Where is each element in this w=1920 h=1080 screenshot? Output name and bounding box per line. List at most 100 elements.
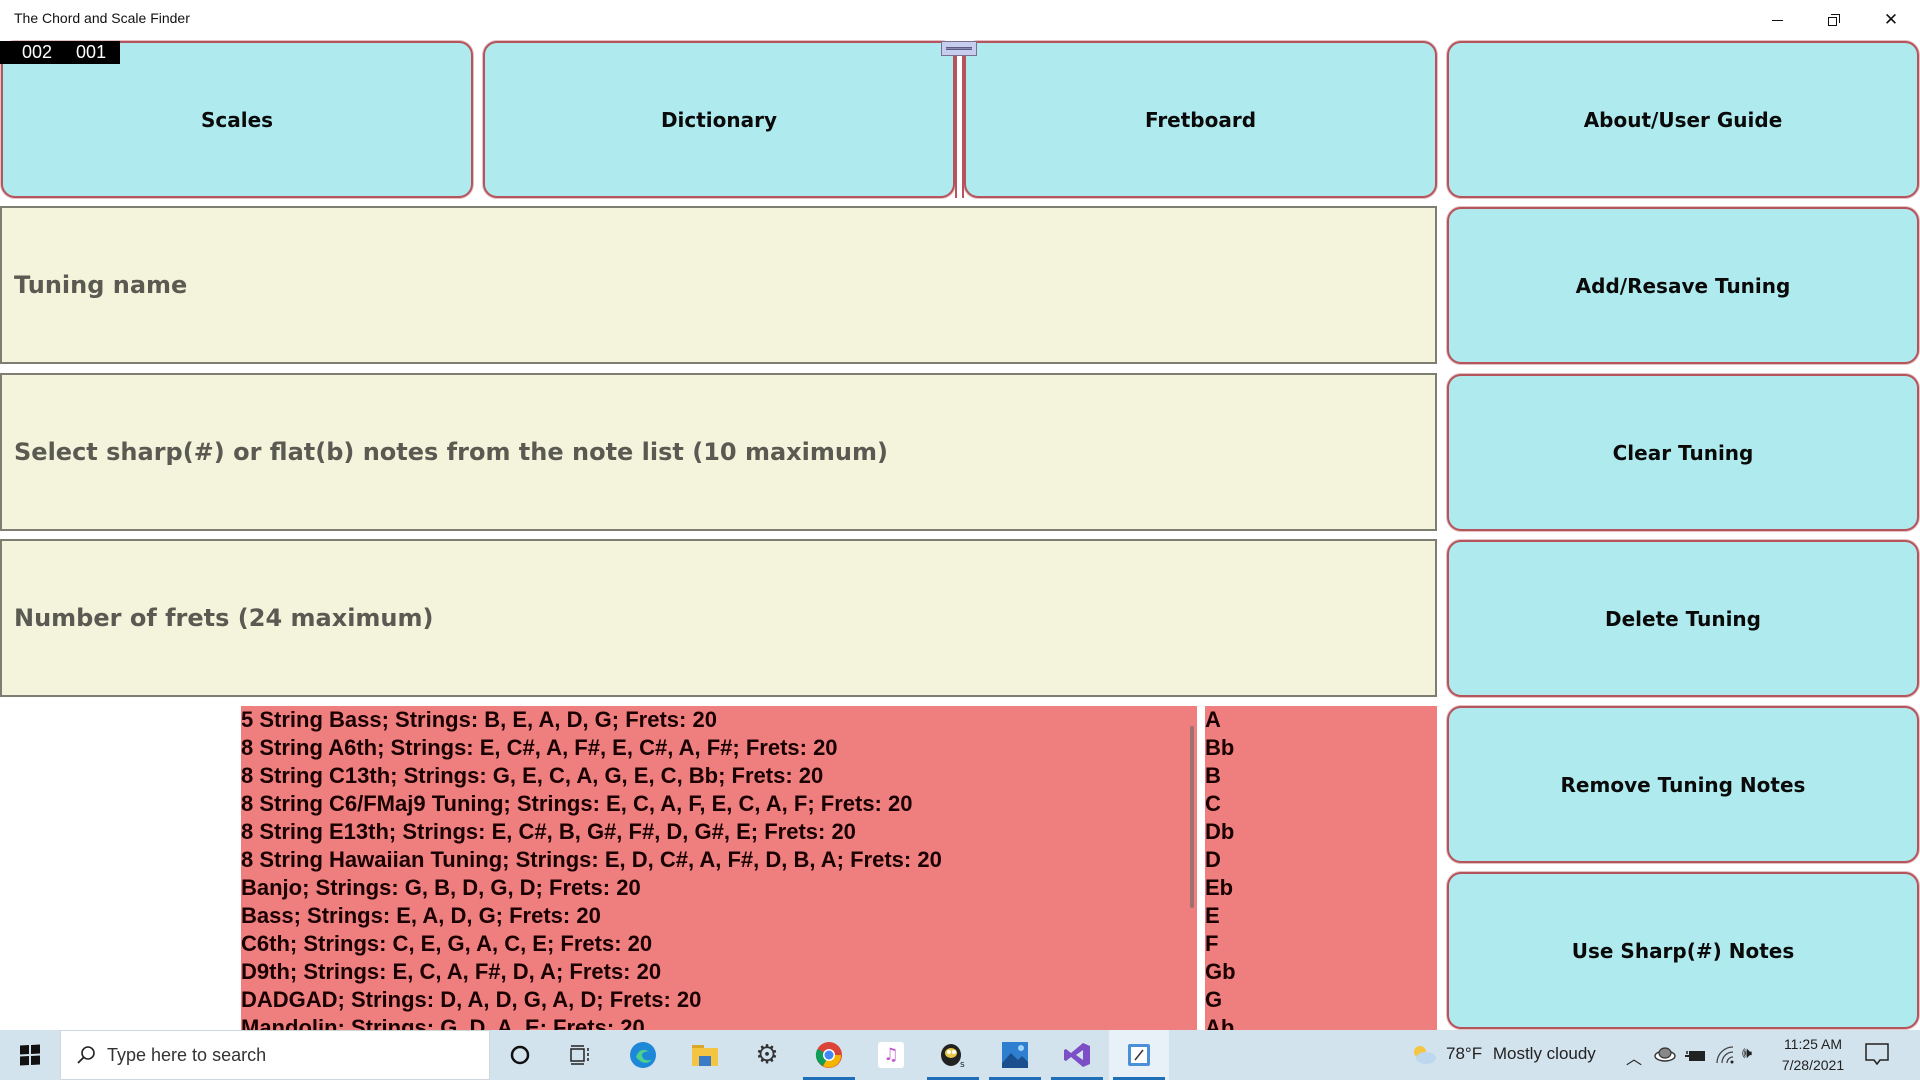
dictionary-button[interactable]: Dictionary bbox=[483, 41, 955, 198]
tuning-list-item[interactable]: DADGAD; Strings: D, A, D, G, A, D; Frets… bbox=[241, 986, 1197, 1014]
weather-widget[interactable] bbox=[1410, 1043, 1438, 1067]
title-bar: The Chord and Scale Finder ✕ bbox=[0, 0, 1920, 40]
tuning-list-scrollbar[interactable] bbox=[1190, 726, 1194, 908]
chevron-up-icon: ︿ bbox=[1626, 1049, 1643, 1068]
about-user-guide-button[interactable]: About/User Guide bbox=[1447, 41, 1919, 198]
note-list-item[interactable]: E bbox=[1205, 902, 1437, 930]
taskbar: Type here to search ⚙ ♫ s 78°F Mostly cl… bbox=[0, 1030, 1920, 1080]
note-list[interactable]: A Bb B C Db D Eb E F Gb G Ab bbox=[1205, 706, 1437, 1030]
bee-icon: s bbox=[941, 1044, 965, 1070]
chrome-icon bbox=[815, 1042, 842, 1068]
counter-left: 002 bbox=[22, 42, 53, 62]
tuning-list-item[interactable]: Mandolin; Strings: G, D, A, E; Frets: 20 bbox=[241, 1014, 1197, 1030]
show-hidden-icons-button[interactable]: ︿ bbox=[1626, 1045, 1642, 1069]
splitter-handle[interactable] bbox=[941, 41, 977, 56]
note-list-item[interactable]: Gb bbox=[1205, 958, 1437, 986]
note-list-item[interactable]: C bbox=[1205, 790, 1437, 818]
fretboard-button[interactable]: Fretboard bbox=[964, 41, 1437, 198]
gear-icon: ⚙ bbox=[755, 1040, 779, 1070]
edge-icon bbox=[630, 1042, 656, 1068]
weather-text[interactable]: 78°F Mostly cloudy bbox=[1446, 1044, 1596, 1064]
cloud-icon bbox=[1654, 1047, 1676, 1062]
itunes-icon: ♫ bbox=[878, 1042, 904, 1068]
note-list-item[interactable]: Db bbox=[1205, 818, 1437, 846]
file-explorer-button[interactable] bbox=[675, 1030, 735, 1080]
chrome-button[interactable] bbox=[799, 1030, 859, 1080]
itunes-button[interactable]: ♫ bbox=[861, 1030, 921, 1080]
visual-studio-button[interactable] bbox=[1047, 1030, 1107, 1080]
note-list-item[interactable]: Eb bbox=[1205, 874, 1437, 902]
folder-icon bbox=[692, 1045, 718, 1066]
search-icon bbox=[77, 1046, 95, 1064]
clock-date: 7/28/2021 bbox=[1781, 1057, 1845, 1073]
tuning-list-item[interactable]: D9th; Strings: E, C, A, F#, D, A; Frets:… bbox=[241, 958, 1197, 986]
tuning-list[interactable]: 5 String Bass; Strings: B, E, A, D, G; F… bbox=[241, 706, 1197, 1030]
settings-button[interactable]: ⚙ bbox=[737, 1030, 797, 1080]
tuning-notes-input[interactable]: Select sharp(#) or flat(b) notes from th… bbox=[0, 373, 1437, 531]
photos-icon bbox=[1002, 1042, 1028, 1068]
note-list-item[interactable]: D bbox=[1205, 846, 1437, 874]
tuning-list-item[interactable]: Bass; Strings: E, A, D, G; Frets: 20 bbox=[241, 902, 1197, 930]
clear-tuning-button[interactable]: Clear Tuning bbox=[1447, 374, 1919, 531]
cortana-button[interactable] bbox=[490, 1030, 550, 1080]
visual-studio-icon bbox=[1064, 1043, 1090, 1067]
tuning-list-item[interactable]: 8 String C13th; Strings: G, E, C, A, G, … bbox=[241, 762, 1197, 790]
circle-icon bbox=[510, 1045, 530, 1065]
tuning-list-item[interactable]: 8 String Hawaiian Tuning; Strings: E, D,… bbox=[241, 846, 1197, 874]
speaker-icon: 🕪 bbox=[1742, 1043, 1753, 1062]
photos-button[interactable] bbox=[985, 1030, 1045, 1080]
search-placeholder: Type here to search bbox=[107, 1044, 267, 1065]
start-button[interactable] bbox=[0, 1030, 60, 1080]
note-list-item[interactable]: A bbox=[1205, 706, 1437, 734]
weather-cloudy-icon bbox=[1414, 1046, 1436, 1064]
notification-icon bbox=[1865, 1043, 1889, 1066]
restore-icon bbox=[1828, 14, 1840, 26]
note-list-item[interactable]: Ab bbox=[1205, 1014, 1437, 1030]
volume-button[interactable]: 🕪 bbox=[1742, 1043, 1752, 1063]
edge-button[interactable] bbox=[613, 1030, 673, 1080]
grip-icon bbox=[946, 47, 972, 50]
clock-time: 11:25 AM bbox=[1783, 1036, 1843, 1052]
wifi-icon bbox=[1716, 1046, 1734, 1064]
counter-right: 001 bbox=[76, 42, 107, 62]
onedrive-button[interactable] bbox=[1653, 1046, 1677, 1066]
bee-app-button[interactable]: s bbox=[923, 1030, 983, 1080]
minimize-button[interactable] bbox=[1748, 0, 1806, 40]
tuning-name-input[interactable]: Tuning name bbox=[0, 206, 1437, 364]
weather-temp: 78°F bbox=[1446, 1044, 1483, 1063]
tuning-list-item[interactable]: 8 String C6/FMaj9 Tuning; Strings: E, C,… bbox=[241, 790, 1197, 818]
chord-scale-finder-button[interactable] bbox=[1109, 1030, 1169, 1080]
svg-text:s: s bbox=[960, 1060, 965, 1070]
tuning-list-item[interactable]: 8 String A6th; Strings: E, C#, A, F#, E,… bbox=[241, 734, 1197, 762]
network-button[interactable] bbox=[1715, 1046, 1737, 1068]
frame-counter: 002 001 bbox=[0, 41, 120, 64]
tuning-list-item[interactable]: 8 String E13th; Strings: E, C#, B, G#, F… bbox=[241, 818, 1197, 846]
tuning-list-item[interactable]: 5 String Bass; Strings: B, E, A, D, G; F… bbox=[241, 706, 1197, 734]
note-list-item[interactable]: F bbox=[1205, 930, 1437, 958]
task-view-button[interactable] bbox=[550, 1030, 610, 1080]
tuning-list-item[interactable]: C6th; Strings: C, E, G, A, C, E; Frets: … bbox=[241, 930, 1197, 958]
note-list-item[interactable]: G bbox=[1205, 986, 1437, 1014]
restore-button[interactable] bbox=[1805, 0, 1863, 40]
frets-input[interactable]: Number of frets (24 maximum) bbox=[0, 539, 1437, 697]
close-icon: ✕ bbox=[1883, 10, 1899, 30]
taskbar-search-input[interactable]: Type here to search bbox=[60, 1030, 490, 1080]
remove-tuning-notes-button[interactable]: Remove Tuning Notes bbox=[1447, 706, 1919, 863]
minimize-icon bbox=[1771, 19, 1783, 21]
windows-icon bbox=[20, 1044, 40, 1066]
battery-icon bbox=[1685, 1051, 1705, 1061]
clock[interactable]: 11:25 AM 7/28/2021 bbox=[1768, 1034, 1858, 1076]
delete-tuning-button[interactable]: Delete Tuning bbox=[1447, 540, 1919, 697]
app-icon bbox=[1128, 1044, 1150, 1066]
close-button[interactable]: ✕ bbox=[1862, 0, 1920, 40]
note-list-item[interactable]: B bbox=[1205, 762, 1437, 790]
splitter-gap bbox=[955, 56, 964, 198]
add-resave-tuning-button[interactable]: Add/Resave Tuning bbox=[1447, 207, 1919, 364]
action-center-button[interactable] bbox=[1864, 1042, 1890, 1070]
use-sharp-notes-button[interactable]: Use Sharp(#) Notes bbox=[1447, 872, 1919, 1029]
weather-condition: Mostly cloudy bbox=[1492, 1044, 1596, 1063]
battery-button[interactable] bbox=[1685, 1048, 1707, 1067]
scales-button[interactable]: Scales bbox=[1, 41, 473, 198]
tuning-list-item[interactable]: Banjo; Strings: G, B, D, G, D; Frets: 20 bbox=[241, 874, 1197, 902]
note-list-item[interactable]: Bb bbox=[1205, 734, 1437, 762]
